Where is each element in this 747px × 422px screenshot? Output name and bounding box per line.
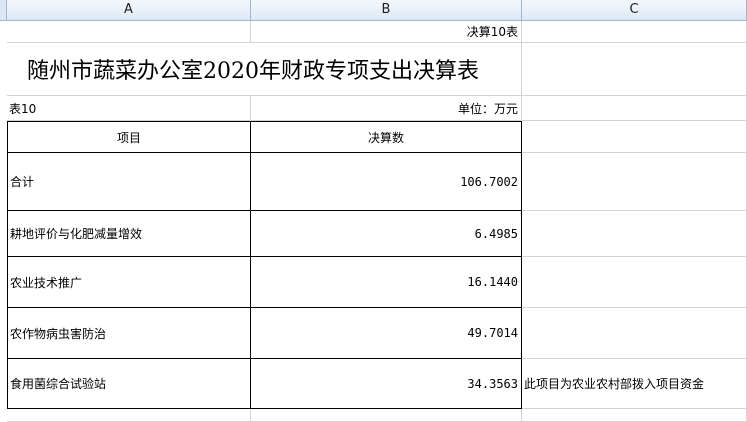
cell-c2[interactable] [522, 43, 747, 96]
row-item-pest[interactable]: 农作物病虫害防治 [7, 308, 251, 359]
cell-c10[interactable] [522, 409, 747, 422]
select-all-corner[interactable] [0, 0, 7, 21]
row-note-total[interactable] [522, 153, 747, 211]
spreadsheet: A B C 决算10表 随州市蔬菜办公室2020年财政专项支出决算表 表10 单… [0, 0, 747, 422]
cell-c3[interactable] [522, 96, 747, 121]
header-item[interactable]: 项目 [7, 121, 251, 153]
header-amount[interactable]: 决算数 [251, 121, 522, 153]
row-item-mushroom[interactable]: 食用菌综合试验站 [7, 359, 251, 409]
table-number[interactable]: 表10 [7, 96, 251, 121]
cell-a1[interactable] [7, 21, 251, 43]
row-amount-tech[interactable]: 16.1440 [251, 257, 522, 308]
row-note-tech[interactable] [522, 257, 747, 308]
row-item-tech[interactable]: 农业技术推广 [7, 257, 251, 308]
sheet-title[interactable]: 随州市蔬菜办公室2020年财政专项支出决算表 [7, 43, 522, 96]
column-header-c[interactable]: C [522, 0, 747, 21]
cell-c4[interactable] [522, 121, 747, 153]
cell-a10[interactable] [7, 409, 251, 422]
row-item-total[interactable]: 合计 [7, 153, 251, 211]
column-header-a[interactable]: A [7, 0, 251, 21]
row-note-mushroom[interactable]: 此项目为农业农村部拨入项目资金 [522, 359, 747, 409]
cell-b10[interactable] [251, 409, 522, 422]
cell-b1-form-label[interactable]: 决算10表 [251, 21, 522, 43]
cell-c1[interactable] [522, 21, 747, 43]
row-note-fertilizer[interactable] [522, 211, 747, 257]
unit-label[interactable]: 单位：万元 [251, 96, 522, 121]
row-amount-mushroom[interactable]: 34.3563 [251, 359, 522, 409]
row-item-fertilizer[interactable]: 耕地评价与化肥减量增效 [7, 211, 251, 257]
row-amount-pest[interactable]: 49.7014 [251, 308, 522, 359]
row-note-pest[interactable] [522, 308, 747, 359]
row-amount-total[interactable]: 106.7002 [251, 153, 522, 211]
column-header-b[interactable]: B [251, 0, 522, 21]
row-amount-fertilizer[interactable]: 6.4985 [251, 211, 522, 257]
